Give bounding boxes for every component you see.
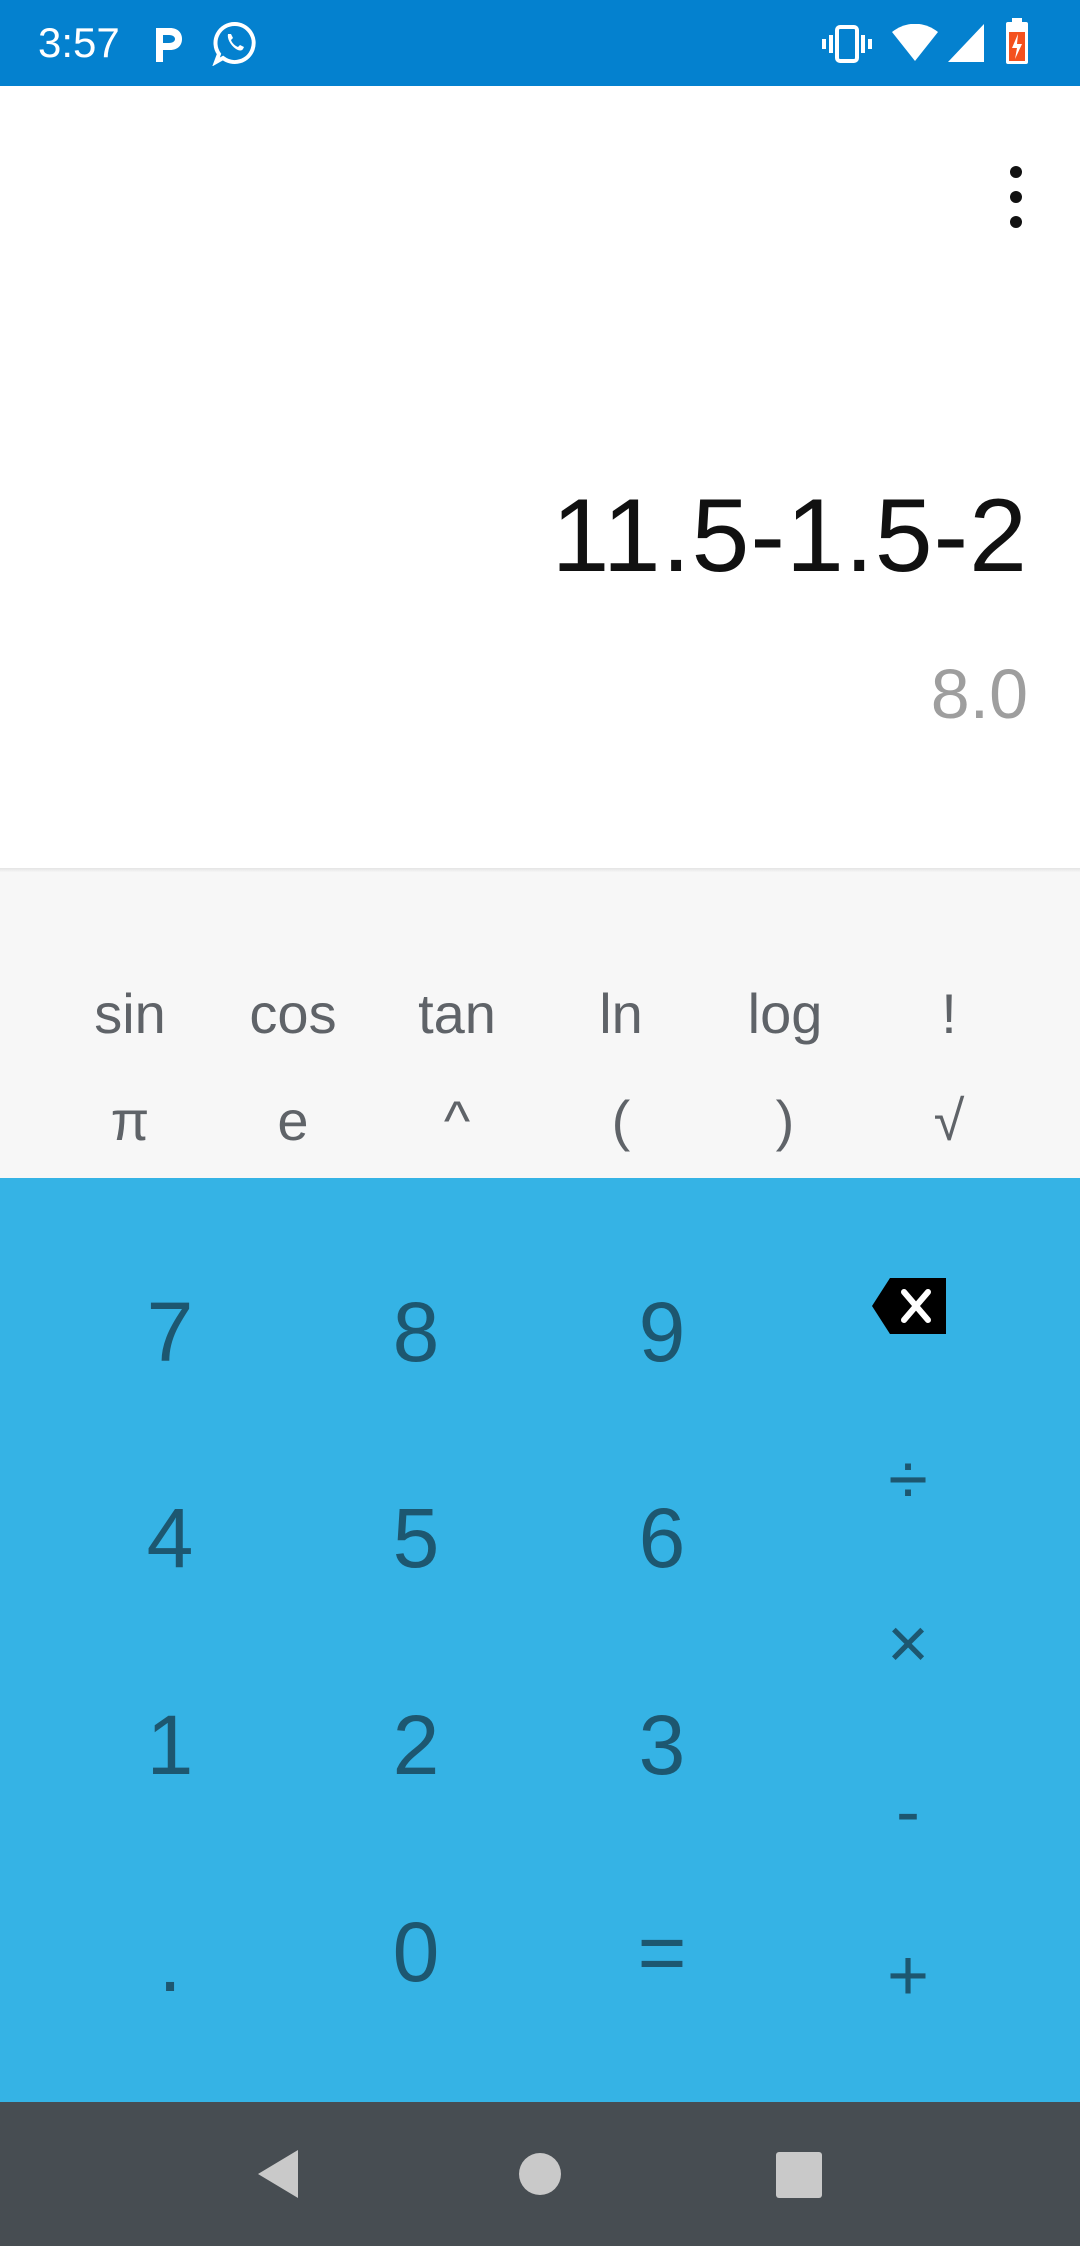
digit-5-button[interactable]: 5 bbox=[316, 1468, 516, 1608]
cell-signal-icon bbox=[948, 24, 984, 62]
keypad: 7 8 9 4 5 6 1 2 3 . 0 = ÷ × - + bbox=[0, 1178, 1080, 2102]
digit-7-button[interactable]: 7 bbox=[70, 1262, 270, 1402]
minus-button[interactable]: - bbox=[828, 1752, 988, 1872]
result-preview: 8.0 bbox=[930, 655, 1028, 733]
plus-button[interactable]: + bbox=[828, 1916, 988, 2036]
power-button[interactable]: ^ bbox=[375, 1080, 539, 1160]
digit-1-button[interactable]: 1 bbox=[70, 1675, 270, 1815]
parking-icon bbox=[156, 28, 182, 62]
pi-button[interactable]: π bbox=[48, 1080, 212, 1160]
navigation-bar bbox=[0, 2102, 1080, 2246]
factorial-button[interactable]: ! bbox=[867, 973, 1031, 1053]
digit-3-button[interactable]: 3 bbox=[562, 1675, 762, 1815]
divide-button[interactable]: ÷ bbox=[828, 1420, 988, 1540]
calculator-display: 11.5-1.5-2 8.0 bbox=[0, 86, 1080, 870]
recents-icon[interactable] bbox=[776, 2152, 822, 2198]
log-button[interactable]: log bbox=[703, 973, 867, 1053]
digit-8-button[interactable]: 8 bbox=[316, 1262, 516, 1402]
left-paren-button[interactable]: ( bbox=[539, 1080, 703, 1160]
digit-6-button[interactable]: 6 bbox=[562, 1468, 762, 1608]
status-bar: 3:57 bbox=[0, 0, 1080, 86]
multiply-button[interactable]: × bbox=[828, 1584, 988, 1704]
digit-9-button[interactable]: 9 bbox=[562, 1262, 762, 1402]
status-time: 3:57 bbox=[38, 19, 120, 66]
cos-button[interactable]: cos bbox=[211, 973, 375, 1053]
home-icon[interactable] bbox=[518, 2152, 562, 2196]
ln-button[interactable]: ln bbox=[539, 973, 703, 1053]
whatsapp-icon bbox=[212, 21, 256, 66]
vibrate-icon bbox=[822, 25, 872, 63]
digit-0-button[interactable]: 0 bbox=[316, 1882, 516, 2022]
digit-2-button[interactable]: 2 bbox=[316, 1675, 516, 1815]
sin-button[interactable]: sin bbox=[48, 973, 212, 1053]
sqrt-button[interactable]: √ bbox=[867, 1080, 1031, 1160]
tan-button[interactable]: tan bbox=[375, 973, 539, 1053]
e-button[interactable]: e bbox=[211, 1080, 375, 1160]
more-options-button[interactable] bbox=[990, 142, 1040, 252]
backspace-icon[interactable] bbox=[872, 1278, 946, 1334]
scientific-panel: sin cos tan ln log ! π e ^ ( ) √ bbox=[0, 872, 1080, 1178]
digit-4-button[interactable]: 4 bbox=[70, 1468, 270, 1608]
equals-button[interactable]: = bbox=[562, 1882, 762, 2022]
right-paren-button[interactable]: ) bbox=[703, 1080, 867, 1160]
expression-display[interactable]: 11.5-1.5-2 bbox=[552, 476, 1028, 596]
battery-icon bbox=[1006, 18, 1028, 64]
decimal-point-button[interactable]: . bbox=[70, 1892, 270, 2032]
wifi-icon bbox=[892, 24, 938, 61]
back-icon[interactable] bbox=[252, 2146, 302, 2202]
